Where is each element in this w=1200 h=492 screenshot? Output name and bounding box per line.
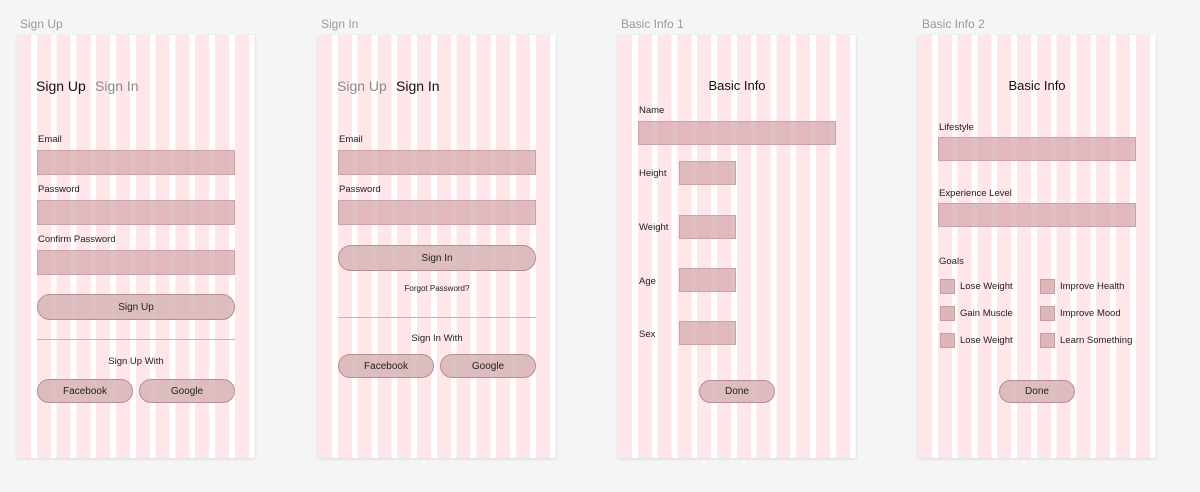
goal-label: Lose Weight — [960, 335, 1013, 346]
artboard-basic-info-1: Basic Info Name Height Weight Age Sex Do… — [618, 35, 856, 458]
goal-checkbox-improve-mood[interactable] — [1040, 306, 1055, 321]
age-label: Age — [639, 276, 656, 287]
tab-sign-up[interactable]: Sign Up — [36, 78, 86, 94]
experience-level-label: Experience Level — [939, 188, 1012, 199]
confirm-password-label: Confirm Password — [38, 234, 116, 245]
tab-sign-in[interactable]: Sign In — [95, 78, 139, 94]
goal-checkbox-gain-muscle[interactable] — [940, 306, 955, 321]
goal-checkbox-learn-something[interactable] — [1040, 333, 1055, 348]
frame-label-basic-info-1: Basic Info 1 — [621, 17, 684, 31]
google-button[interactable]: Google — [139, 379, 235, 403]
name-field[interactable] — [638, 121, 836, 145]
goal-label: Learn Something — [1060, 335, 1133, 346]
email-label: Email — [339, 134, 363, 145]
password-label: Password — [339, 184, 381, 195]
divider — [338, 317, 536, 318]
tab-sign-in[interactable]: Sign In — [396, 78, 440, 94]
email-label: Email — [38, 134, 62, 145]
goal-label: Improve Mood — [1060, 308, 1121, 319]
goal-label: Improve Health — [1060, 281, 1125, 292]
goal-checkbox-lose-weight-2[interactable] — [940, 333, 955, 348]
forgot-password-link[interactable]: Forgot Password? — [318, 284, 556, 293]
email-field[interactable] — [37, 150, 235, 175]
height-field[interactable] — [679, 161, 736, 185]
weight-field[interactable] — [679, 215, 736, 239]
done-button[interactable]: Done — [699, 380, 775, 403]
height-label: Height — [639, 168, 667, 179]
goal-label: Lose Weight — [960, 281, 1013, 292]
lifestyle-label: Lifestyle — [939, 122, 974, 133]
page-title: Basic Info — [708, 78, 766, 93]
sign-in-with-text: Sign In With — [411, 333, 463, 344]
email-field[interactable] — [338, 150, 536, 175]
age-field[interactable] — [679, 268, 736, 292]
weight-label: Weight — [639, 222, 669, 233]
facebook-button[interactable]: Facebook — [37, 379, 133, 403]
password-field[interactable] — [338, 200, 536, 225]
sign-in-button[interactable]: Sign In — [338, 245, 536, 271]
sign-up-button[interactable]: Sign Up — [37, 294, 235, 320]
goal-label: Gain Muscle — [960, 308, 1013, 319]
sign-up-with-text: Sign Up With — [108, 356, 164, 367]
frame-label-basic-info-2: Basic Info 2 — [922, 17, 985, 31]
done-button[interactable]: Done — [999, 380, 1075, 403]
frame-label-sign-in: Sign In — [321, 17, 359, 31]
frame-label-sign-up: Sign Up — [20, 17, 63, 31]
lifestyle-select[interactable] — [938, 137, 1136, 161]
sex-label: Sex — [639, 329, 656, 340]
artboard-basic-info-2: Basic Info Lifestyle Experience Level Go… — [918, 35, 1156, 458]
tab-sign-up[interactable]: Sign Up — [337, 78, 387, 94]
goals-label: Goals — [939, 256, 964, 267]
sex-field[interactable] — [679, 321, 736, 345]
goal-checkbox-lose-weight[interactable] — [940, 279, 955, 294]
password-label: Password — [38, 184, 80, 195]
artboard-sign-up: Sign Up Sign In Email Password Confirm P… — [17, 35, 255, 458]
artboard-sign-in: Sign Up Sign In Email Password Sign In F… — [318, 35, 556, 458]
google-button[interactable]: Google — [440, 354, 536, 378]
password-field[interactable] — [37, 200, 235, 225]
name-label: Name — [639, 105, 665, 116]
facebook-button[interactable]: Facebook — [338, 354, 434, 378]
confirm-password-field[interactable] — [37, 250, 235, 275]
goal-checkbox-improve-health[interactable] — [1040, 279, 1055, 294]
page-title: Basic Info — [1008, 78, 1066, 93]
divider — [37, 339, 235, 340]
experience-level-select[interactable] — [938, 203, 1136, 227]
